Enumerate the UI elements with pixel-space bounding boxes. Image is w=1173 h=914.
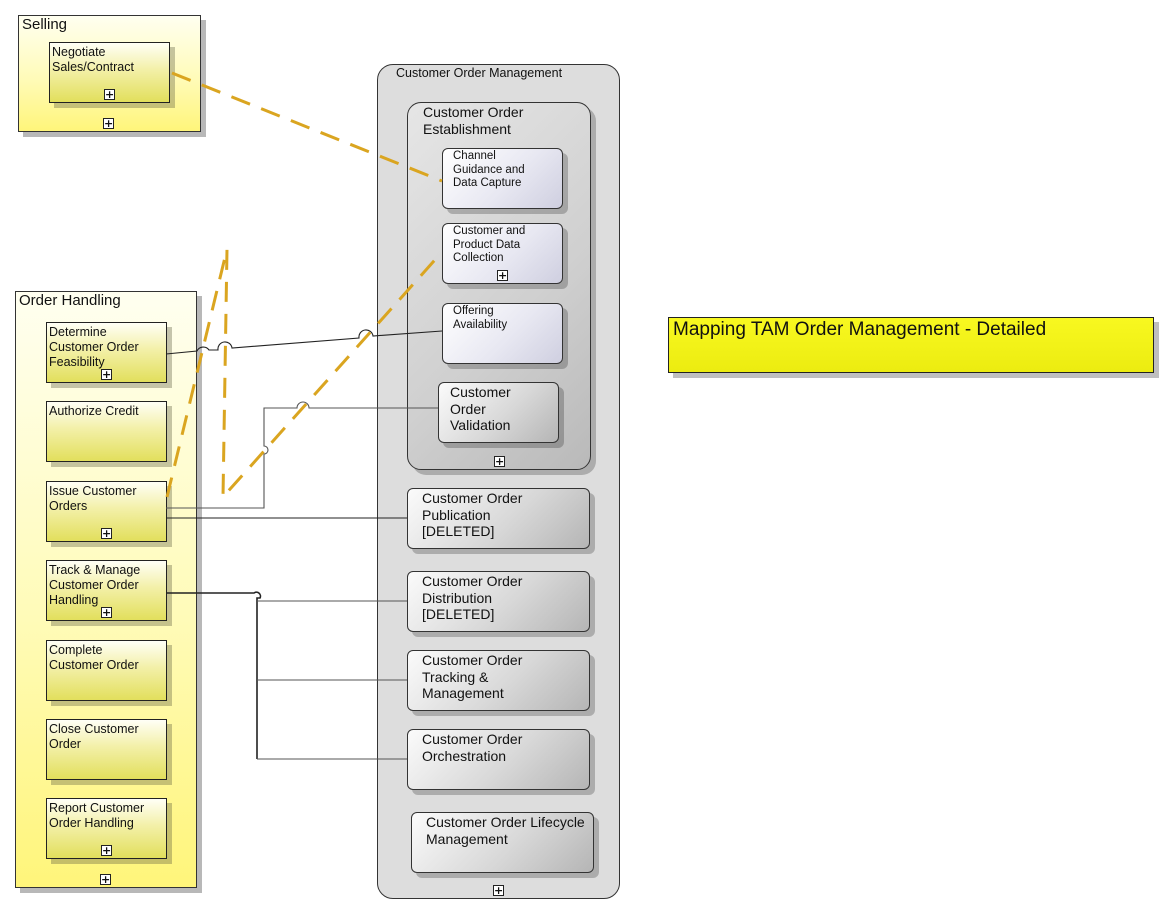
expand-icon[interactable]: + (101, 528, 112, 539)
process-negotiate-sales-contract[interactable]: Negotiate Sales/Contract + (49, 42, 170, 103)
selling-group[interactable]: Selling Negotiate Sales/Contract + + (18, 15, 201, 132)
customer-order-establishment-container[interactable]: Customer Order Establishment Channel Gui… (407, 102, 591, 470)
expand-icon[interactable]: + (493, 885, 504, 896)
expand-icon[interactable]: + (101, 845, 112, 856)
process-label: Channel Guidance and Data Capture (453, 150, 525, 189)
process-label: Customer Order Distribution [DELETED] (422, 573, 523, 622)
process-label: Customer Order Tracking & Management (422, 652, 523, 701)
process-customer-order-distribution[interactable]: Customer Order Distribution [DELETED] (407, 571, 590, 632)
process-authorize-credit[interactable]: Authorize Credit (46, 401, 167, 462)
process-customer-order-publication[interactable]: Customer Order Publication [DELETED] (407, 488, 590, 549)
expand-icon[interactable]: + (101, 369, 112, 380)
diagram-title-note: Mapping TAM Order Management - Detailed (668, 317, 1154, 373)
process-label: Customer Order Orchestration (422, 731, 523, 764)
process-label: Customer and Product Data Collection (453, 225, 526, 264)
process-label: Close Customer Order (49, 722, 139, 751)
order-handling-group[interactable]: Order Handling Determine Customer Order … (15, 291, 197, 888)
process-label: Complete Customer Order (49, 643, 139, 672)
process-offering-availability[interactable]: Offering Availability (442, 303, 563, 364)
process-issue-customer-orders[interactable]: Issue Customer Orders + (46, 481, 167, 542)
process-close-customer-order[interactable]: Close Customer Order (46, 719, 167, 780)
process-label: Customer Order Validation (450, 384, 511, 433)
expand-icon[interactable]: + (494, 456, 505, 467)
process-track-manage-handling[interactable]: Track & Manage Customer Order Handling + (46, 560, 167, 621)
selling-group-title: Selling (22, 16, 68, 33)
process-label: Report Customer Order Handling (49, 801, 145, 830)
process-label: Issue Customer Orders (49, 484, 137, 513)
expand-icon[interactable]: + (104, 89, 115, 100)
process-report-handling[interactable]: Report Customer Order Handling + (46, 798, 167, 859)
process-customer-product-data-collection[interactable]: Customer and Product Data Collection + (442, 223, 563, 284)
process-label: Determine Customer Order Feasibility (49, 325, 139, 369)
expand-icon[interactable]: + (497, 270, 508, 281)
order-handling-group-title: Order Handling (19, 292, 121, 309)
process-customer-order-orchestration[interactable]: Customer Order Orchestration (407, 729, 590, 790)
process-determine-feasibility[interactable]: Determine Customer Order Feasibility + (46, 322, 167, 383)
expand-icon[interactable]: + (103, 118, 114, 129)
process-channel-guidance[interactable]: Channel Guidance and Data Capture (442, 148, 563, 209)
com-title: Customer Order Management (396, 66, 563, 80)
process-customer-order-validation[interactable]: Customer Order Validation (438, 382, 559, 443)
process-label: Negotiate Sales/Contract (52, 45, 134, 74)
expand-icon[interactable]: + (101, 607, 112, 618)
process-label: Customer Order Lifecycle Management (426, 814, 585, 847)
expand-icon[interactable]: + (100, 874, 111, 885)
process-label: Offering Availability (453, 305, 508, 331)
customer-order-management-container[interactable]: Customer Order Management Customer Order… (377, 64, 620, 899)
process-customer-order-tracking[interactable]: Customer Order Tracking & Management (407, 650, 590, 711)
process-customer-order-lifecycle[interactable]: Customer Order Lifecycle Management (411, 812, 594, 873)
diagram-title: Mapping TAM Order Management - Detailed (673, 319, 1047, 340)
process-complete-customer-order[interactable]: Complete Customer Order (46, 640, 167, 701)
process-label: Customer Order Publication [DELETED] (422, 490, 523, 539)
establishment-title: Customer Order Establishment (423, 104, 524, 137)
process-label: Track & Manage Customer Order Handling (49, 563, 141, 607)
process-label: Authorize Credit (49, 404, 139, 418)
